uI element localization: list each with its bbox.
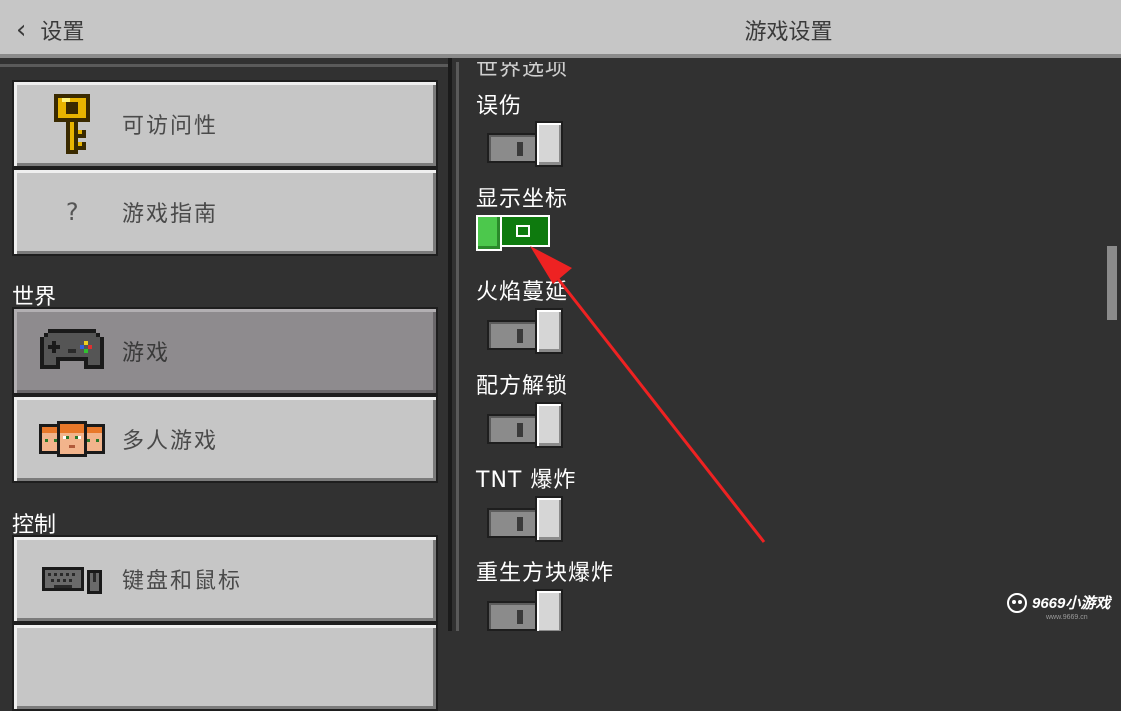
setting-label-partial: 世界选项: [476, 62, 569, 81]
friendly-fire-toggle[interactable]: [487, 121, 563, 167]
sidebar-item-accessibility[interactable]: 可访问性: [12, 80, 438, 168]
setting-label-tnt-explodes: TNT 爆炸: [476, 468, 577, 493]
setting-label-fire-spread: 火焰蔓延: [476, 280, 569, 305]
sidebar-item-multiplayer[interactable]: 多人游戏: [12, 395, 438, 483]
settings-scrollbar[interactable]: [1107, 246, 1117, 320]
setting-label-recipe-unlock: 配方解锁: [476, 374, 569, 399]
chevron-left-icon: ‹: [16, 15, 27, 45]
top-bar: ‹ 设置 游戏设置: [0, 0, 1121, 58]
tnt-explodes-toggle[interactable]: [487, 496, 563, 542]
respawn-block-explosion-toggle[interactable]: [487, 589, 563, 631]
sidebar: 可访问性 ? 游戏指南 世界 游戏 多人游戏 控制 键盘和鼠标: [0, 58, 452, 711]
setting-label-friendly-fire: 误伤: [476, 94, 523, 119]
back-button[interactable]: ‹ 设置: [16, 12, 84, 48]
sidebar-item-label: 游戏: [122, 341, 171, 366]
sidebar-item-label: 键盘和鼠标: [122, 569, 243, 594]
sidebar-item-game[interactable]: 游戏: [12, 307, 438, 395]
recipe-unlock-toggle[interactable]: [487, 402, 563, 448]
question-icon: ?: [64, 198, 80, 226]
sidebar-item-label: 可访问性: [122, 114, 219, 139]
settings-panel: 世界选项 误伤 显示坐标 火焰蔓延 配方解锁 TNT 爆炸 重生方块爆炸: [456, 62, 1121, 631]
players-icon: [36, 409, 108, 469]
key-icon: [36, 94, 108, 154]
page-title: 游戏设置: [744, 20, 833, 45]
show-coordinates-toggle[interactable]: [476, 215, 552, 261]
sidebar-item-keyboard-mouse[interactable]: 键盘和鼠标: [12, 535, 438, 623]
sidebar-item-guide[interactable]: ? 游戏指南: [12, 168, 438, 256]
watermark-url: www.9669.cn: [1046, 614, 1088, 621]
keyboard-mouse-icon: [36, 549, 108, 609]
watermark: 9669小游戏: [1006, 592, 1110, 613]
back-label: 设置: [40, 20, 85, 45]
sidebar-list: 可访问性 ? 游戏指南 世界 游戏 多人游戏 控制 键盘和鼠标: [0, 64, 448, 711]
sidebar-item-label: 游戏指南: [122, 202, 219, 227]
fire-spread-toggle[interactable]: [487, 308, 563, 354]
watermark-brand: 9669小游戏: [1032, 595, 1111, 612]
sidebar-item-label: 多人游戏: [122, 429, 219, 454]
setting-label-show-coordinates: 显示坐标: [476, 187, 569, 212]
controller-icon: [36, 321, 108, 381]
sidebar-item-next[interactable]: [12, 623, 438, 711]
watermark-logo-icon: [1007, 592, 1027, 613]
setting-label-respawn-block-explosion: 重生方块爆炸: [476, 561, 615, 586]
